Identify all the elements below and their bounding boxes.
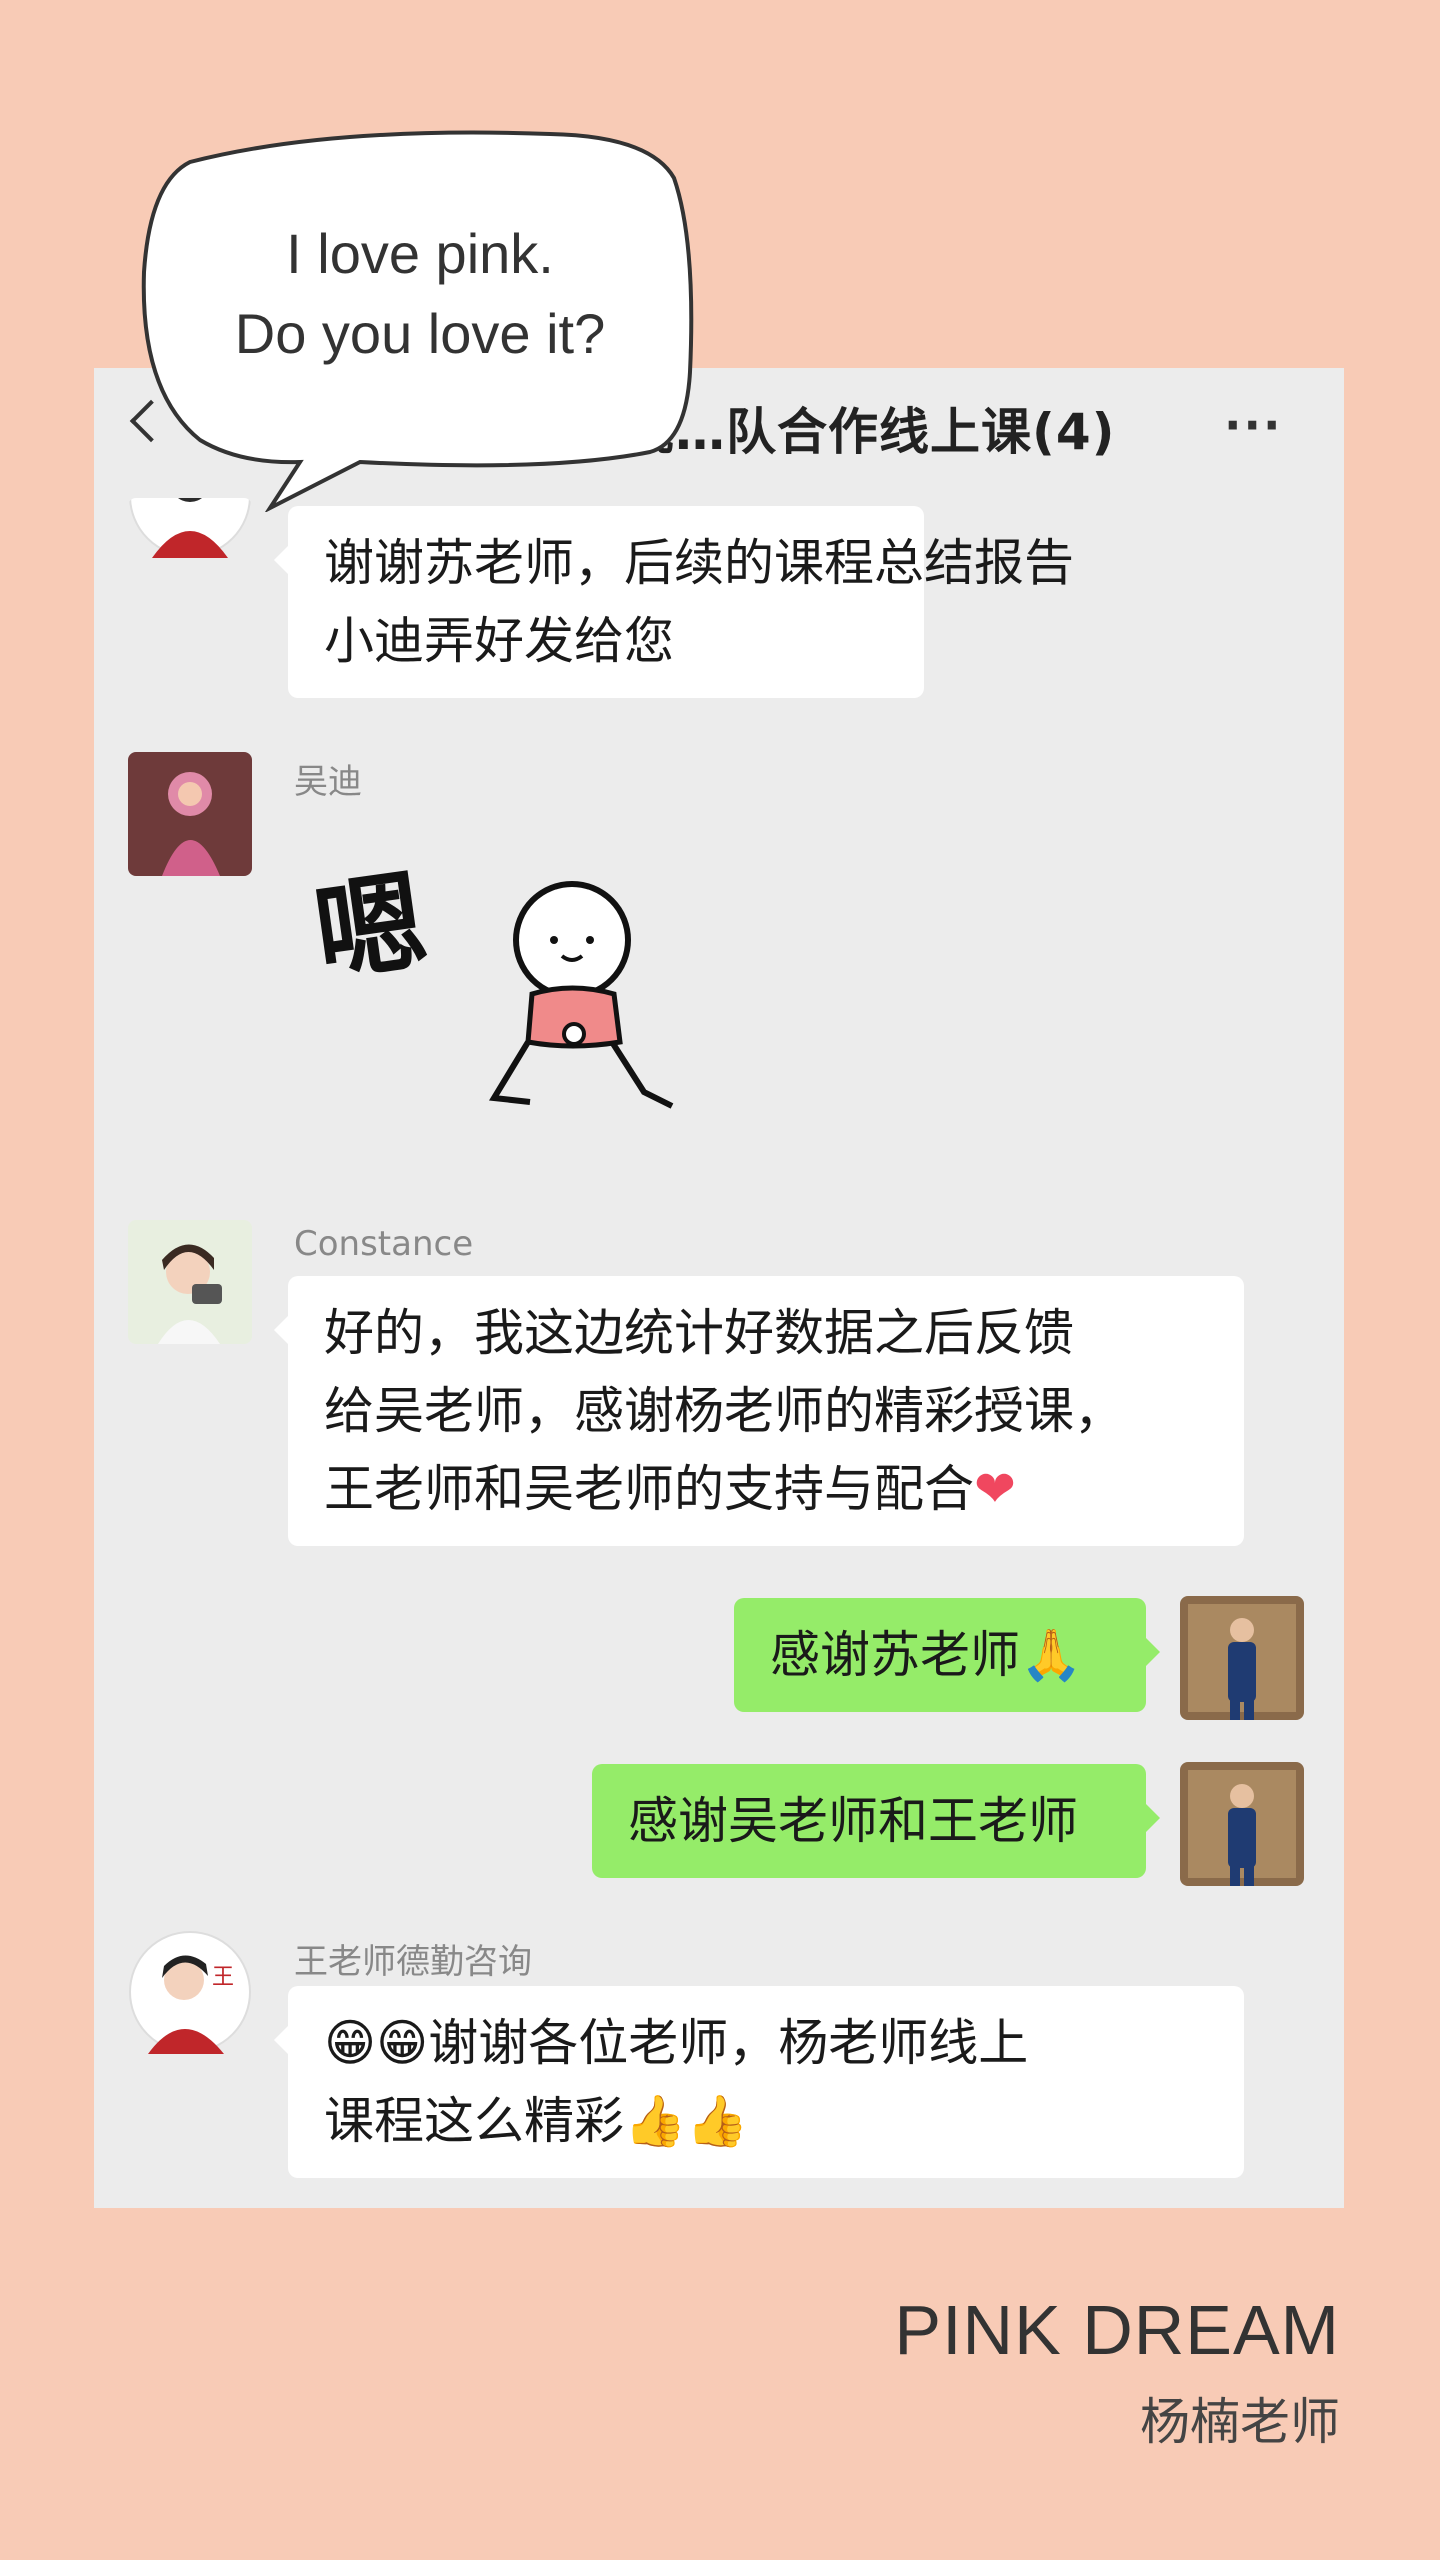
sticker[interactable] — [484, 878, 684, 1128]
message-bubble[interactable]: 感谢吴老师和王老师 — [592, 1764, 1160, 1878]
message-text-line: 谢谢苏老师，后续的课程总结报告 — [324, 534, 1074, 592]
brand-title: PINK DREAM — [894, 2291, 1340, 2369]
grin-icon: 😁😁 — [324, 2014, 429, 2072]
message-text-line: 课程这么精彩👍👍 — [324, 2082, 1208, 2160]
avatar[interactable] — [1180, 1762, 1304, 1886]
message-bubble[interactable]: 感谢苏老师🙏 — [734, 1598, 1160, 1712]
teacher-name: 杨楠老师 — [1140, 2393, 1340, 2451]
message-text: 感谢苏老师 — [770, 1626, 1020, 1684]
message-bubble[interactable]: 😁😁谢谢各位老师，杨老师线上 课程这么精彩👍👍 — [274, 1986, 1244, 2178]
message-text-line: 给吴老师，感谢杨老师的精彩授课， — [324, 1382, 1124, 1440]
avatar[interactable] — [128, 1220, 252, 1344]
message-text: 王老师和吴老师的支持与配合 — [324, 1460, 974, 1518]
pray-icon: 🙏 — [1020, 1626, 1083, 1684]
message-bubble[interactable]: 谢谢苏老师，后续的课程总结报告 小迪弄好发给您 — [274, 506, 1074, 698]
sticker-text: 嗯 — [307, 856, 434, 999]
message-text: 谢谢各位老师，杨老师线上 — [428, 2014, 1029, 2072]
sender-name: 吴迪 — [294, 762, 362, 802]
more-options-icon[interactable]: ··· — [1224, 398, 1282, 452]
speech-line: Do you love it? — [234, 302, 606, 365]
sender-name: Constance — [294, 1224, 474, 1264]
message-text-line: 小迪弄好发给您 — [324, 612, 674, 670]
message-text-line: 好的，我这边统计好数据之后反馈 — [324, 1304, 1074, 1362]
thumbs-up-icon: 👍👍 — [624, 2092, 749, 2150]
svg-text:王: 王 — [212, 1965, 234, 1990]
message-text-line: 😁😁谢谢各位老师，杨老师线上 — [324, 2004, 1208, 2082]
avatar[interactable] — [1180, 1596, 1304, 1720]
message-text-line: 王老师和吴老师的支持与配合❤ — [324, 1450, 1208, 1528]
avatar[interactable]: 王 — [128, 1930, 252, 2054]
sender-name: 王老师德勤咨询 — [294, 1942, 532, 1982]
speech-balloon: I love pink. Do you love it? — [130, 122, 700, 512]
chat-screenshot: 统…队合作线上课(4) ··· 王 谢谢苏老师，后续的课程总结报告 小迪弄好发给… — [94, 368, 1344, 2208]
message-text: 课程这么精彩 — [324, 2092, 624, 2150]
message-text-line: 感谢苏老师🙏 — [770, 1616, 1110, 1694]
heart-icon: ❤ — [974, 1460, 1016, 1518]
message-bubble[interactable]: 好的，我这边统计好数据之后反馈 给吴老师，感谢杨老师的精彩授课， 王老师和吴老师… — [274, 1276, 1244, 1546]
speech-text: I love pink. Do you love it? — [150, 214, 690, 374]
avatar[interactable] — [128, 752, 252, 876]
poster: 统…队合作线上课(4) ··· 王 谢谢苏老师，后续的课程总结报告 小迪弄好发给… — [0, 0, 1440, 2560]
speech-line: I love pink. — [286, 222, 554, 285]
message-text-line: 感谢吴老师和王老师 — [628, 1792, 1078, 1850]
